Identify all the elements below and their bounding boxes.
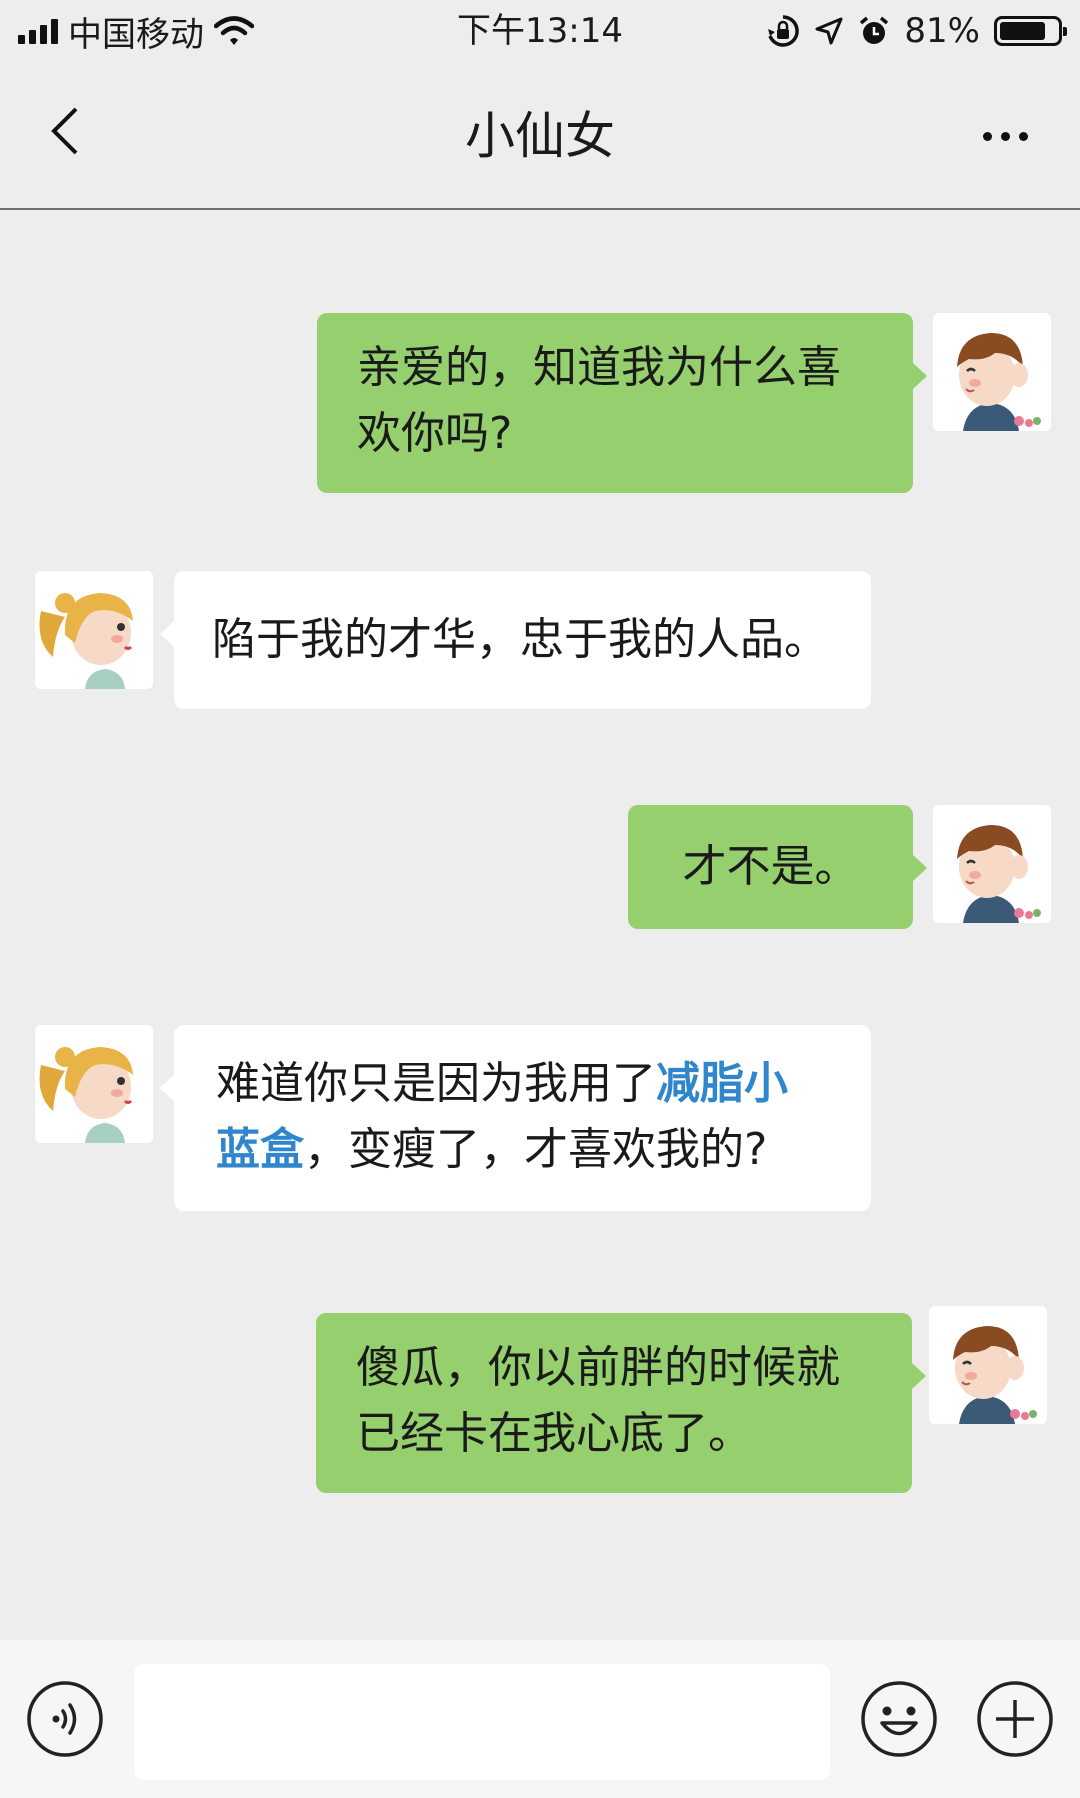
boy-avatar[interactable] xyxy=(933,313,1051,431)
product-link[interactable]: 减脂小 xyxy=(656,1058,788,1109)
message-bubble-outgoing[interactable]: 傻瓜，你以前胖的时候就 已经卡在我心底了。 xyxy=(316,1313,926,1493)
message-input[interactable] xyxy=(134,1664,830,1780)
chat-title: 小仙女 xyxy=(465,107,615,165)
message-bubble-outgoing[interactable]: 才不是。 xyxy=(628,805,927,929)
battery-percent: 81% xyxy=(904,11,980,51)
message-bubble-outgoing[interactable]: 亲爱的，知道我为什么喜 欢你吗? xyxy=(317,313,927,493)
more-button[interactable] xyxy=(970,106,1040,166)
boy-avatar[interactable] xyxy=(929,1306,1047,1424)
status-right: 81% xyxy=(766,8,1067,54)
more-dot-icon xyxy=(1018,131,1028,141)
message-text: 欢你吗? xyxy=(357,408,513,459)
message-text: 才不是。 xyxy=(682,841,859,892)
location-icon xyxy=(815,17,843,45)
alarm-icon xyxy=(860,16,889,44)
message-text: 傻瓜，你以前胖的时候就 xyxy=(356,1342,840,1393)
emoji-icon[interactable] xyxy=(860,1680,938,1758)
boy-avatar[interactable] xyxy=(933,805,1051,923)
status-bar: 中国移动 下午13:14 81% xyxy=(0,0,1080,62)
message-text: 陷于我的才华，忠于我的人品。 xyxy=(212,614,828,665)
message-text: 亲爱的，知道我为什么喜 xyxy=(357,342,841,393)
more-dot-icon xyxy=(1000,131,1010,141)
message-text: 难道你只是因为我用了 xyxy=(216,1058,656,1109)
plus-circle-icon[interactable] xyxy=(976,1680,1054,1758)
battery-fill xyxy=(1000,22,1045,40)
orientation-lock-icon xyxy=(768,15,800,47)
message-bubble-incoming[interactable]: 陷于我的才华，忠于我的人品。 xyxy=(160,571,871,709)
input-bar xyxy=(0,1640,1080,1798)
nav-bar: 小仙女 xyxy=(0,62,1080,210)
girl-avatar[interactable] xyxy=(35,571,153,689)
message-bubble-incoming[interactable]: 难道你只是因为我用了减脂小 蓝盒，变瘦了，才喜欢我的? xyxy=(160,1025,871,1211)
girl-avatar[interactable] xyxy=(35,1025,153,1143)
voice-icon[interactable] xyxy=(26,1680,104,1758)
message-text: 已经卡在我心底了。 xyxy=(356,1408,752,1459)
chat-area[interactable]: 亲爱的，知道我为什么喜 欢你吗? 陷于我的才华，忠于我的人品。 才不是。 难道你… xyxy=(0,210,1080,1640)
more-dot-icon xyxy=(982,131,992,141)
battery-icon xyxy=(994,16,1067,46)
product-link[interactable]: 蓝盒 xyxy=(216,1124,304,1175)
message-text: ，变瘦了，才喜欢我的? xyxy=(304,1124,768,1175)
